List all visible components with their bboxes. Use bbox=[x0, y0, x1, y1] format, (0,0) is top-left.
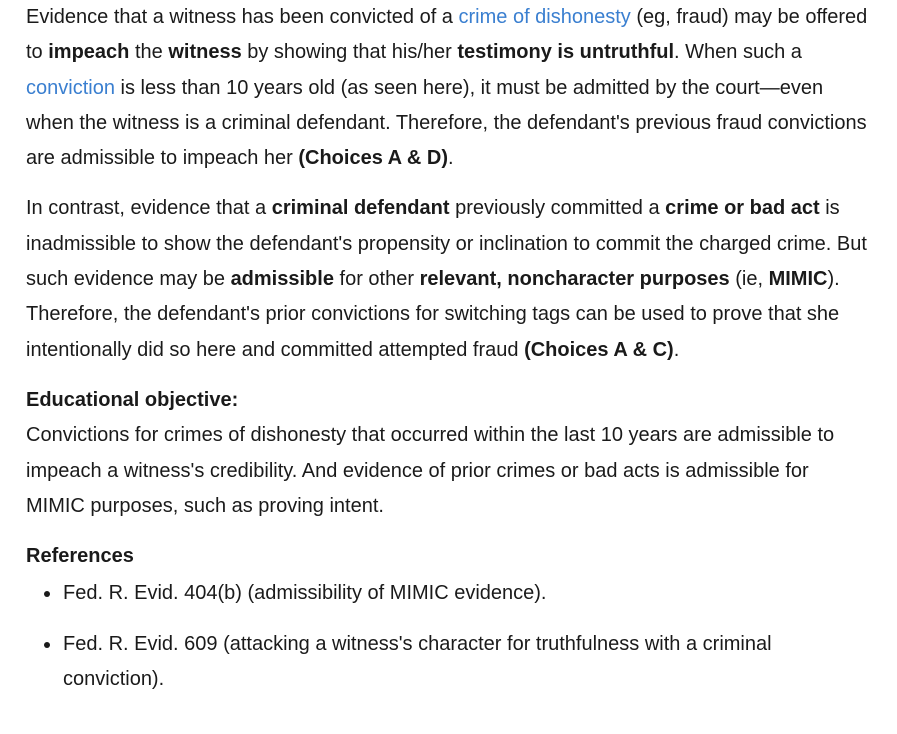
text: (ie, bbox=[729, 268, 769, 291]
text: In contrast, evidence that a bbox=[26, 197, 272, 220]
bold-text: admissible bbox=[230, 268, 334, 291]
text: previously committed a bbox=[449, 197, 666, 220]
text: Evidence that a witness has been convict… bbox=[26, 6, 459, 28]
text: . bbox=[448, 147, 454, 170]
reference-item: Fed. R. Evid. 404(b) (admissibility of M… bbox=[44, 576, 873, 611]
bold-text: relevant, noncharacter purposes bbox=[419, 268, 730, 291]
bold-text: testimony is untruthful bbox=[457, 41, 675, 64]
reference-text: Fed. R. Evid. 404(b) (admissibility of M… bbox=[63, 582, 547, 605]
bold-text: (Choices A & C) bbox=[524, 338, 674, 361]
references-heading: References bbox=[26, 545, 134, 568]
paragraph-impeachment: Evidence that a witness has been convict… bbox=[26, 0, 873, 176]
text: . When such a bbox=[674, 41, 802, 64]
paragraph-propensity: In contrast, evidence that a criminal de… bbox=[26, 191, 873, 367]
bold-text: MIMIC bbox=[768, 268, 828, 291]
bullet-icon bbox=[44, 641, 50, 648]
text: by showing that his/her bbox=[241, 41, 458, 64]
text: the bbox=[129, 41, 169, 64]
reference-item: Fed. R. Evid. 609 (attacking a witness's… bbox=[44, 627, 873, 698]
bold-text: crime or bad act bbox=[665, 197, 820, 220]
educational-objective-heading: Educational objective: bbox=[26, 388, 239, 411]
explanation-content: Evidence that a witness has been convict… bbox=[0, 0, 897, 697]
bold-text: criminal defendant bbox=[271, 197, 450, 220]
bullet-icon bbox=[44, 591, 50, 598]
bold-text: impeach bbox=[48, 41, 130, 64]
link-crime-of-dishonesty[interactable]: crime of dishonesty bbox=[459, 6, 631, 28]
text: for other bbox=[333, 268, 420, 291]
bold-text: witness bbox=[168, 41, 242, 64]
references-list: Fed. R. Evid. 404(b) (admissibility of M… bbox=[26, 576, 873, 697]
educational-objective-text: Convictions for crimes of dishonesty tha… bbox=[26, 424, 835, 517]
reference-text: Fed. R. Evid. 609 (attacking a witness's… bbox=[63, 632, 772, 691]
text: . bbox=[673, 338, 680, 361]
bold-text: (Choices A & D) bbox=[298, 147, 448, 170]
link-conviction[interactable]: conviction bbox=[26, 77, 115, 99]
